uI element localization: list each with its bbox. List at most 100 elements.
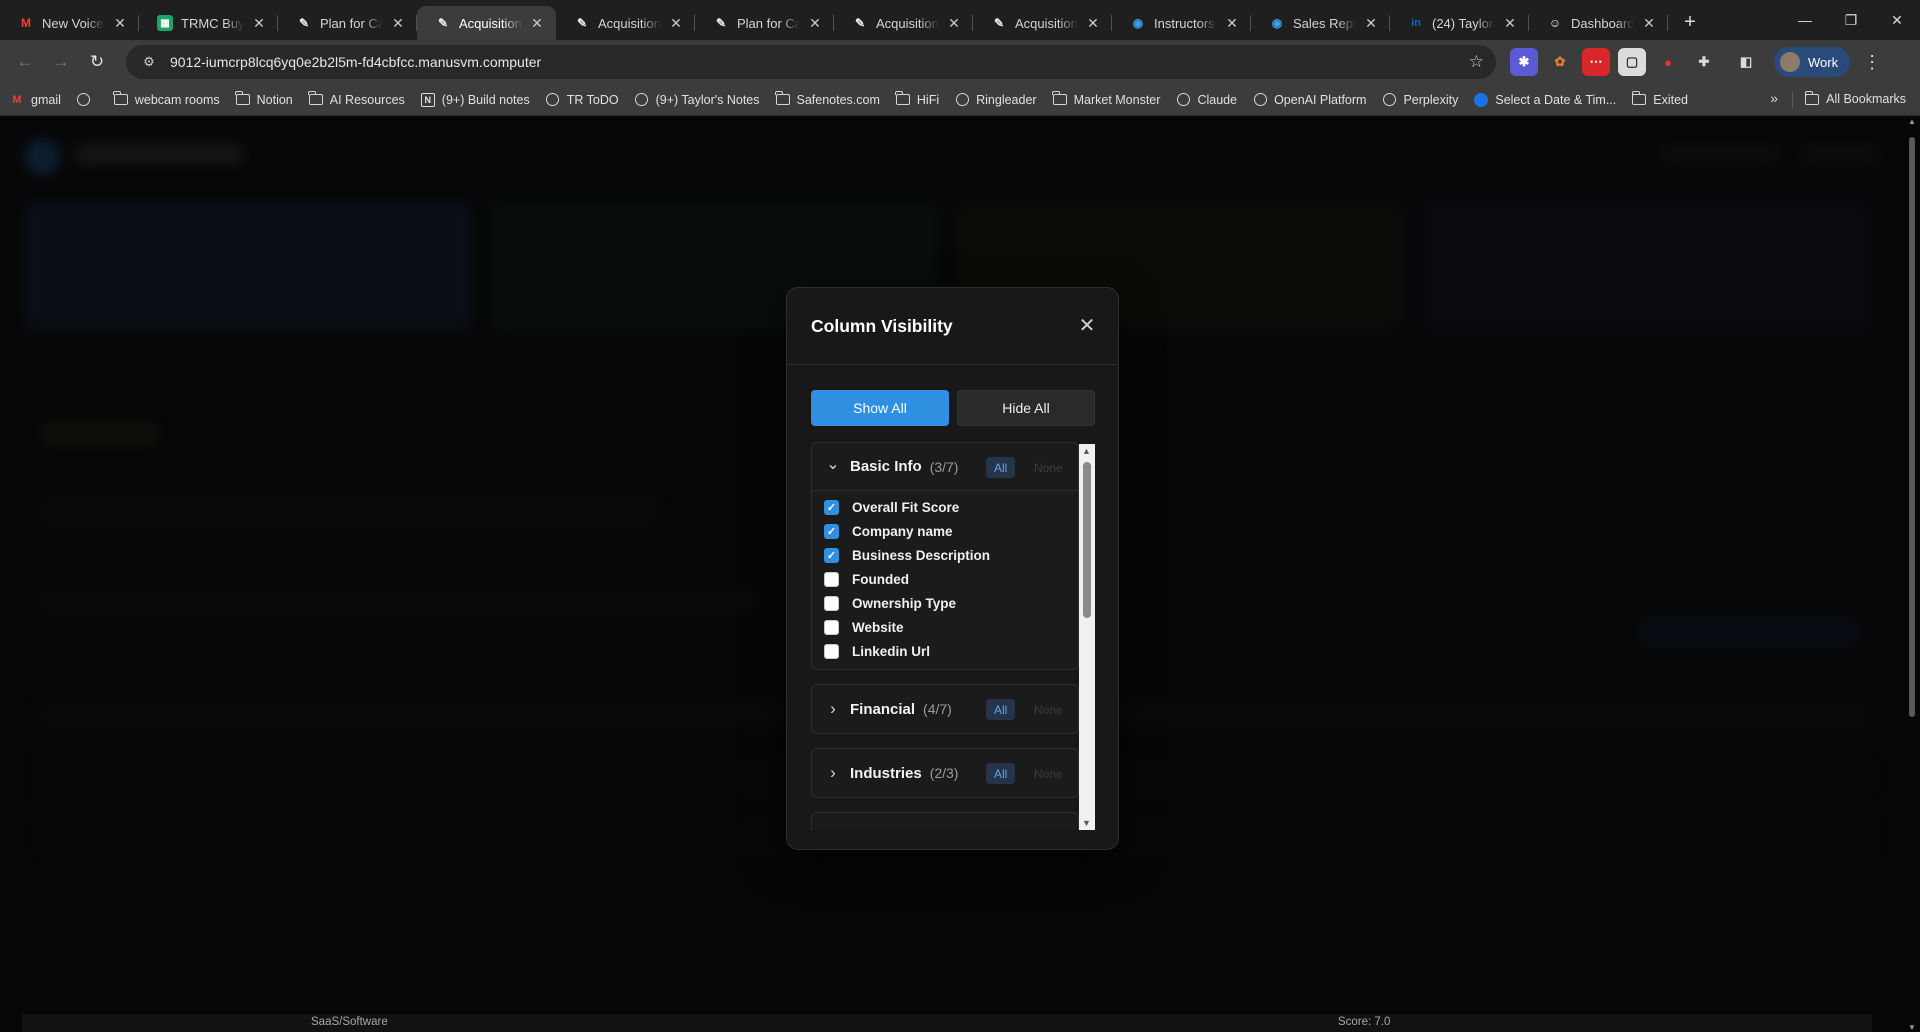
bookmark-item[interactable]: Exited [1631, 91, 1688, 107]
bookmark-item[interactable]: Perplexity [1382, 93, 1458, 107]
all-bookmarks-button[interactable]: All Bookmarks [1804, 90, 1906, 106]
close-icon[interactable]: ✕ [1362, 14, 1380, 32]
bookmark-star-icon[interactable]: ☆ [1469, 52, 1484, 72]
extension-icon[interactable]: ✱ [1510, 48, 1538, 76]
checkbox[interactable] [824, 595, 839, 611]
menu-kebab-icon[interactable]: ⋮ [1858, 48, 1886, 76]
bookmark-item[interactable]: N (9+) Build notes [420, 92, 530, 107]
checkbox[interactable] [824, 571, 839, 587]
column-option[interactable]: Website [824, 615, 1078, 639]
checkbox[interactable] [824, 643, 839, 659]
column-group-header[interactable]: ⌄ Basic Info (3/7) All None [812, 443, 1078, 491]
bookmark-item[interactable]: HiFi [895, 91, 939, 107]
close-icon[interactable]: ✕ [528, 14, 546, 32]
checkbox[interactable]: ✓ [824, 547, 839, 563]
close-window-icon[interactable]: ✕ [1874, 0, 1920, 40]
browser-tab[interactable]: ◉ Instructors lo ✕ [1112, 6, 1251, 40]
checkbox[interactable]: ✓ [824, 499, 839, 515]
extension-icon[interactable]: ✿ [1546, 48, 1574, 76]
url-text[interactable]: 9012-iumcrp8lcq6yq0e2b2l5m-fd4cbfcc.manu… [170, 54, 1469, 70]
page-scrollbar[interactable]: ▲ ▼ [1906, 117, 1918, 1032]
column-option[interactable]: ✓ Overall Fit Score [824, 495, 1078, 519]
browser-tab[interactable]: ✎ Acquisition T ✕ [556, 6, 695, 40]
bookmark-item[interactable]: Market Monster [1052, 91, 1160, 107]
bookmark-item[interactable]: Ringleader [955, 93, 1037, 107]
back-arrow-icon[interactable]: ← [10, 47, 40, 77]
bookmark-item[interactable]: (9+) Taylor's Notes [635, 93, 760, 107]
column-group-header[interactable]: › Industries (2/3) All None [812, 749, 1078, 797]
bookmark-item[interactable]: OpenAI Platform [1253, 93, 1366, 107]
browser-tab[interactable]: ◉ Sales Report ✕ [1251, 6, 1390, 40]
chevron-right-icon[interactable]: › [826, 699, 840, 719]
browser-tab[interactable]: M New Voice M ✕ [0, 6, 139, 40]
bookmark-item[interactable]: Claude [1176, 93, 1237, 107]
close-icon[interactable]: ✕ [1076, 314, 1098, 337]
close-icon[interactable]: ✕ [1640, 14, 1658, 32]
browser-tab[interactable]: ☺ Dashboard | ✕ [1529, 6, 1668, 40]
forward-arrow-icon[interactable]: → [46, 47, 76, 77]
close-icon[interactable]: ✕ [111, 14, 129, 32]
scroll-down-arrow-icon[interactable]: ▼ [1908, 1023, 1916, 1032]
scroll-up-arrow-icon[interactable]: ▲ [1082, 446, 1091, 456]
browser-tab[interactable]: ✎ Plan for Calc ✕ [278, 6, 417, 40]
select-all-button[interactable]: All [986, 763, 1016, 784]
site-settings-icon[interactable]: ⚙ [138, 51, 160, 73]
scroll-down-arrow-icon[interactable]: ▼ [1082, 818, 1091, 828]
bookmark-item[interactable]: Notion [235, 91, 293, 107]
bookmark-item[interactable]: Safenotes.com [775, 91, 880, 107]
checkbox[interactable]: ✓ [824, 523, 839, 539]
chevron-right-icon[interactable]: › [826, 763, 840, 783]
new-tab-button[interactable]: + [1676, 8, 1704, 36]
column-option[interactable]: ✓ Business Description [824, 543, 1078, 567]
close-icon[interactable]: ✕ [1501, 14, 1519, 32]
checkbox[interactable] [824, 619, 839, 635]
side-panel-icon[interactable]: ◧ [1732, 48, 1760, 76]
select-none-button[interactable]: None [1028, 699, 1069, 720]
dialog-scrollbar[interactable]: ▲ ▼ [1079, 444, 1095, 830]
close-icon[interactable]: ✕ [1084, 14, 1102, 32]
browser-tab[interactable]: ✎ Acquisition T ✕ [417, 6, 556, 40]
column-option[interactable]: Founded [824, 567, 1078, 591]
bookmark-item[interactable]: webcam rooms [113, 91, 220, 107]
column-option[interactable]: ✓ Company name [824, 519, 1078, 543]
select-all-button[interactable]: All [986, 457, 1016, 478]
close-icon[interactable]: ✕ [250, 14, 268, 32]
close-icon[interactable]: ✕ [389, 14, 407, 32]
extension-icon[interactable]: ● [1654, 48, 1682, 76]
scroll-up-arrow-icon[interactable]: ▲ [1908, 117, 1916, 126]
column-group-header[interactable]: › Financial (4/7) All None [812, 685, 1078, 733]
extension-icon[interactable]: ⋯ [1582, 48, 1610, 76]
close-icon[interactable]: ✕ [1223, 14, 1241, 32]
show-all-button[interactable]: Show All [811, 390, 949, 426]
minimize-icon[interactable]: — [1782, 0, 1828, 40]
select-all-button[interactable]: All [986, 699, 1016, 720]
select-none-button[interactable]: None [1028, 763, 1069, 784]
browser-tab[interactable]: ✎ Acquisition T ✕ [834, 6, 973, 40]
bookmark-item[interactable]: Select a Date & Tim... [1474, 92, 1616, 107]
bookmark-item[interactable] [77, 93, 98, 107]
reload-icon[interactable]: ↻ [82, 47, 112, 77]
select-none-button[interactable]: None [1028, 457, 1069, 478]
browser-tab[interactable]: in (24) Taylor R ✕ [1390, 6, 1529, 40]
restore-icon[interactable]: ❐ [1828, 0, 1874, 40]
extension-icon[interactable]: ▢ [1618, 48, 1646, 76]
scrollbar-thumb[interactable] [1083, 462, 1091, 618]
browser-tab[interactable]: ▦ TRMC Buyer ✕ [139, 6, 278, 40]
bookmark-item[interactable]: Mgmail [10, 93, 60, 107]
puzzle-icon[interactable]: ✚ [1690, 48, 1718, 76]
column-option[interactable]: Ownership Type [824, 591, 1078, 615]
column-option[interactable]: Linkedin Url [824, 639, 1078, 663]
close-icon[interactable]: ✕ [667, 14, 685, 32]
hide-all-button[interactable]: Hide All [957, 390, 1095, 426]
address-bar[interactable]: ⚙ 9012-iumcrp8lcq6yq0e2b2l5m-fd4cbfcc.ma… [126, 45, 1496, 79]
bookmark-item[interactable]: TR ToDO [546, 93, 619, 107]
browser-tab[interactable]: ✎ Acquisition T ✕ [973, 6, 1112, 40]
profile-button[interactable]: Work [1774, 47, 1851, 77]
bookmark-item[interactable]: AI Resources [308, 91, 405, 107]
close-icon[interactable]: ✕ [806, 14, 824, 32]
close-icon[interactable]: ✕ [945, 14, 963, 32]
chevron-down-icon[interactable]: ⌄ [826, 454, 840, 474]
scrollbar-thumb[interactable] [1909, 137, 1915, 717]
browser-tab[interactable]: ✎ Plan for Calc ✕ [695, 6, 834, 40]
more-bookmarks-chevron-icon[interactable]: » [1770, 90, 1778, 106]
